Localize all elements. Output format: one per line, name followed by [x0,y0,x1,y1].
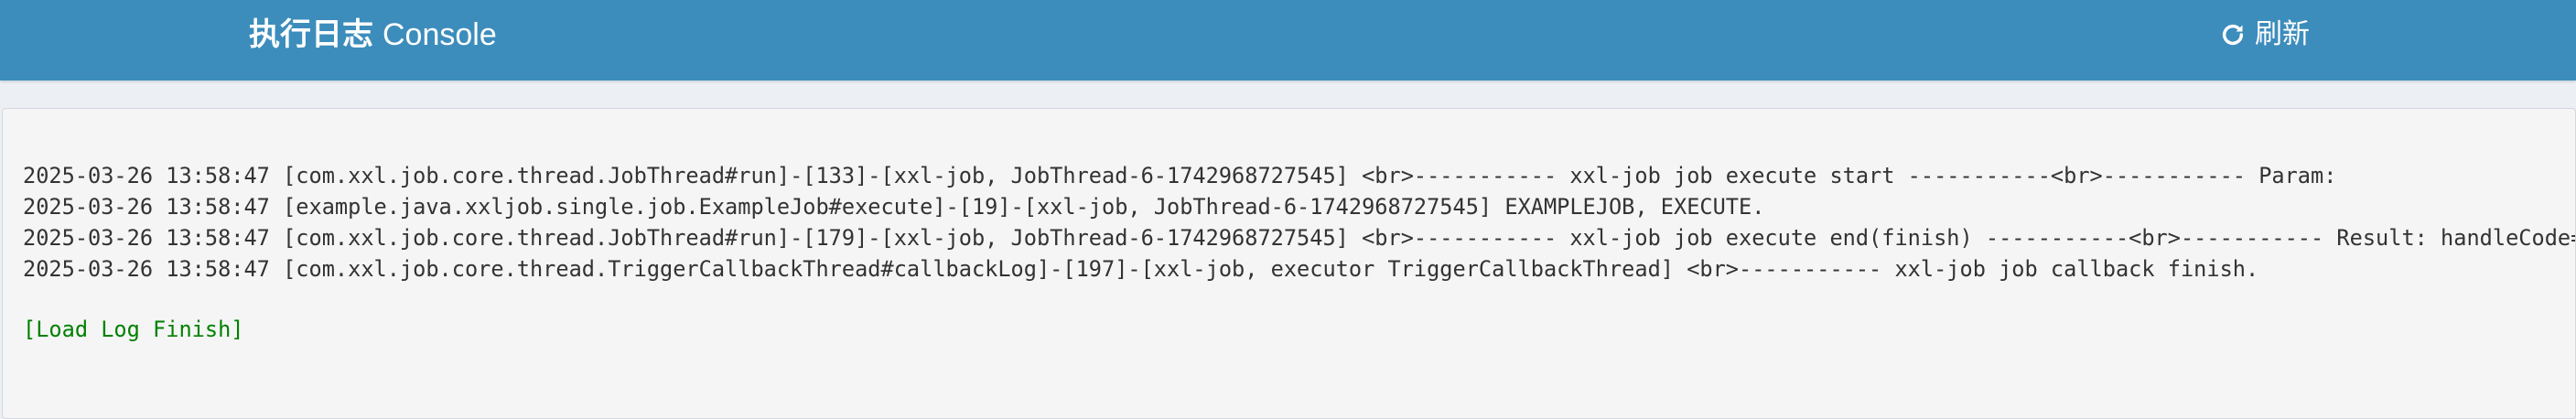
load-log-finish-text: [Load Log Finish] [23,317,244,342]
refresh-icon [2222,24,2244,46]
log-output: 2025-03-26 13:58:47 [com.xxl.job.core.th… [23,160,2576,285]
log-line: 2025-03-26 13:58:47 [com.xxl.job.core.th… [23,225,2576,251]
page-title: 执行日志 Console [249,0,497,70]
top-header: 执行日志 Console 刷新 [0,0,2576,81]
log-console: 2025-03-26 13:58:47 [com.xxl.job.core.th… [2,108,2576,419]
refresh-button[interactable]: 刷新 [2220,0,2310,70]
log-line: 2025-03-26 13:58:47 [example.java.xxljob… [23,194,1765,220]
log-line: 2025-03-26 13:58:47 [com.xxl.job.core.th… [23,163,2337,188]
refresh-button-label: 刷新 [2255,19,2310,49]
page-title-sub: Console [383,17,497,52]
log-line: 2025-03-26 13:58:47 [com.xxl.job.core.th… [23,256,2259,282]
page-title-main: 执行日志 [249,17,373,52]
